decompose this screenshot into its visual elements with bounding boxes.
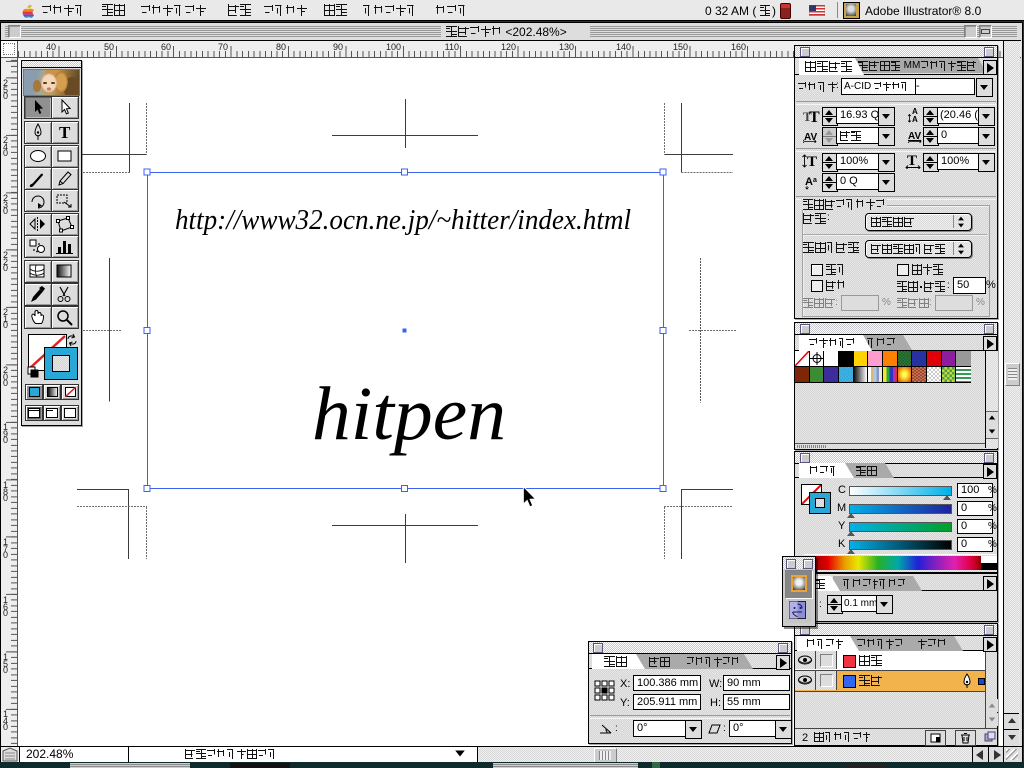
svg-text:T: T (807, 154, 817, 169)
svg-text:A: A (805, 176, 813, 188)
svg-text:hitpen: hitpen (312, 372, 506, 456)
svg-text:http://www32.ocn.ne.jp/~hitter: http://www32.ocn.ne.jp/~hitter/index.htm… (175, 204, 631, 236)
svg-text:A: A (912, 115, 918, 123)
svg-text:T: T (59, 123, 71, 142)
svg-text:T: T (907, 153, 917, 169)
svg-text:a: a (813, 177, 817, 184)
svg-text:T: T (809, 109, 820, 123)
